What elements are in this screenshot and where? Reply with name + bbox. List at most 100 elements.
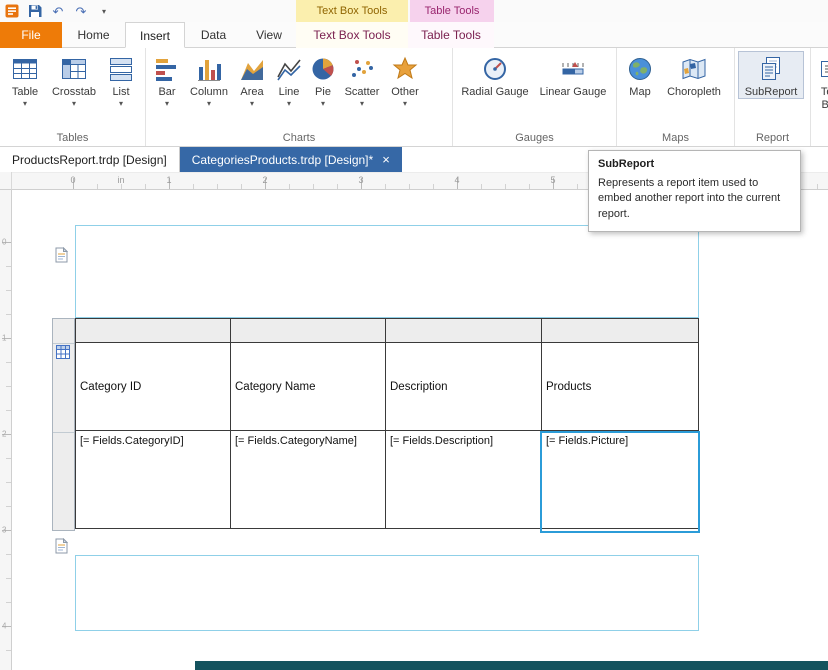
page-header-section[interactable] xyxy=(75,225,699,318)
design-surface[interactable]: Category ID Category Name Description Pr… xyxy=(12,190,828,670)
chevron-down-icon: ▾ xyxy=(164,99,169,108)
button-label: Radial Gauge xyxy=(461,86,529,98)
ruler-label: 1 xyxy=(166,175,172,185)
list-button[interactable]: List ▾ xyxy=(101,51,141,109)
other-chart-button[interactable]: Other ▾ xyxy=(385,51,425,109)
taskbar-strip xyxy=(195,661,828,670)
textbox-button[interactable]: Text Box xyxy=(814,51,828,113)
pie-chart-icon xyxy=(309,55,337,83)
ribbon-group-charts: Bar ▾ Column ▾ Area ▾ Line ▾ Pie ▾ Scatt… xyxy=(146,48,453,146)
ruler-label: 5 xyxy=(550,175,556,185)
tab-home[interactable]: Home xyxy=(62,22,125,48)
group-name-charts: Charts xyxy=(282,132,316,144)
ribbon-group-clipped: Text Box xyxy=(811,48,828,146)
header-cell-category-id[interactable]: Category ID xyxy=(76,343,231,430)
button-label: Choropleth xyxy=(667,86,721,98)
ruler-ticks xyxy=(2,242,11,670)
chevron-down-icon: ▾ xyxy=(359,99,364,108)
subreport-button[interactable]: SubReport xyxy=(738,51,804,99)
selected-cell-adorner[interactable] xyxy=(540,431,700,533)
redo-icon[interactable]: ↷ xyxy=(73,3,89,19)
scatter-chart-button[interactable]: Scatter ▾ xyxy=(339,51,385,109)
button-label: Line xyxy=(278,86,300,98)
tab-file[interactable]: File xyxy=(0,22,62,48)
ruler-corner xyxy=(0,172,12,190)
tab-insert[interactable]: Insert xyxy=(125,22,185,48)
page-footer-section[interactable] xyxy=(75,555,699,631)
data-cell-categoryid[interactable]: [= Fields.CategoryID] xyxy=(76,431,231,528)
doc-tab-label: CategoriesProducts.trdp [Design]* xyxy=(191,152,374,167)
chevron-down-icon: ▾ xyxy=(118,99,123,108)
data-cell-description[interactable]: [= Fields.Description] xyxy=(386,431,542,528)
button-label: SubReport xyxy=(744,86,798,98)
button-label: Column xyxy=(190,86,228,98)
header-cell-description[interactable]: Description xyxy=(386,343,542,430)
tooltip-title: SubReport xyxy=(598,158,655,170)
ruler-label: 2 xyxy=(2,429,7,439)
app-icon[interactable] xyxy=(4,3,20,19)
choropleth-button[interactable]: Choropleth xyxy=(660,51,728,99)
subreport-icon xyxy=(757,55,785,83)
chevron-down-icon: ▾ xyxy=(22,99,27,108)
linear-gauge-button[interactable]: Linear Gauge xyxy=(534,51,612,99)
close-icon[interactable]: × xyxy=(382,153,390,166)
page-header-section-icon[interactable] xyxy=(55,246,69,263)
line-chart-icon xyxy=(275,55,303,83)
table-column-strip[interactable] xyxy=(76,319,698,343)
crosstab-button[interactable]: Crosstab ▾ xyxy=(47,51,101,109)
scatter-chart-icon xyxy=(348,55,376,83)
table-button[interactable]: Table ▾ xyxy=(3,51,47,109)
report-designer-window: ↶ ↷ ▾ Text Box Tools Table Tools File Ho… xyxy=(0,0,828,670)
line-chart-button[interactable]: Line ▾ xyxy=(271,51,307,109)
tab-textbox-tools[interactable]: Text Box Tools xyxy=(296,22,408,48)
column-handle[interactable] xyxy=(542,319,698,342)
map-button[interactable]: Map xyxy=(620,51,660,99)
table-header-row: Category ID Category Name Description Pr… xyxy=(76,343,698,431)
qat-customize-icon[interactable]: ▾ xyxy=(96,3,112,19)
column-handle[interactable] xyxy=(386,319,542,342)
ruler-label: 4 xyxy=(2,621,7,631)
area-chart-button[interactable]: Area ▾ xyxy=(233,51,271,109)
contextual-header-textbox-tools: Text Box Tools xyxy=(296,0,408,22)
tooltip-body: Represents a report item used to embed a… xyxy=(598,177,781,220)
area-chart-icon xyxy=(238,55,266,83)
group-name-gauges: Gauges xyxy=(515,132,554,144)
header-cell-products[interactable]: Products xyxy=(542,343,698,430)
column-chart-button[interactable]: Column ▾ xyxy=(185,51,233,109)
column-chart-icon xyxy=(195,55,223,83)
vertical-ruler: 0 1 2 3 4 xyxy=(0,190,12,670)
column-handle[interactable] xyxy=(76,319,231,342)
title-bar: ↶ ↷ ▾ Text Box Tools Table Tools xyxy=(0,0,828,22)
subreport-tooltip: SubReport Represents a report item used … xyxy=(588,150,801,233)
ruler-label: 2 xyxy=(262,175,268,185)
chevron-down-icon: ▾ xyxy=(206,99,211,108)
tab-view[interactable]: View xyxy=(242,22,296,48)
doc-tab-productsreport[interactable]: ProductsReport.trdp [Design] xyxy=(0,147,180,172)
tab-data[interactable]: Data xyxy=(185,22,242,48)
radial-gauge-button[interactable]: Radial Gauge xyxy=(456,51,534,99)
row-handle[interactable] xyxy=(53,433,74,530)
column-handle[interactable] xyxy=(231,319,386,342)
table-section-icon[interactable] xyxy=(56,345,70,362)
crosstab-icon xyxy=(60,55,88,83)
pie-chart-button[interactable]: Pie ▾ xyxy=(307,51,339,109)
list-icon xyxy=(107,55,135,83)
table-icon xyxy=(11,55,39,83)
radial-gauge-icon xyxy=(481,55,509,83)
other-chart-icon xyxy=(391,55,419,83)
tab-table-tools[interactable]: Table Tools xyxy=(408,22,494,48)
bar-chart-button[interactable]: Bar ▾ xyxy=(149,51,185,109)
header-cell-category-name[interactable]: Category Name xyxy=(231,343,386,430)
ruler-label: 0 xyxy=(2,237,7,247)
page-footer-section-icon[interactable] xyxy=(55,537,69,554)
save-icon[interactable] xyxy=(27,3,43,19)
undo-icon[interactable]: ↶ xyxy=(50,3,66,19)
linear-gauge-icon xyxy=(559,55,587,83)
doc-tab-categoriesproducts[interactable]: CategoriesProducts.trdp [Design]* × xyxy=(179,147,402,172)
data-cell-categoryname[interactable]: [= Fields.CategoryName] xyxy=(231,431,386,528)
chevron-down-icon: ▾ xyxy=(71,99,76,108)
map-globe-icon xyxy=(626,55,654,83)
doc-tab-label: ProductsReport.trdp [Design] xyxy=(12,152,167,167)
ribbon-group-maps: Map Choropleth Maps xyxy=(617,48,735,146)
row-handle[interactable] xyxy=(53,319,74,344)
